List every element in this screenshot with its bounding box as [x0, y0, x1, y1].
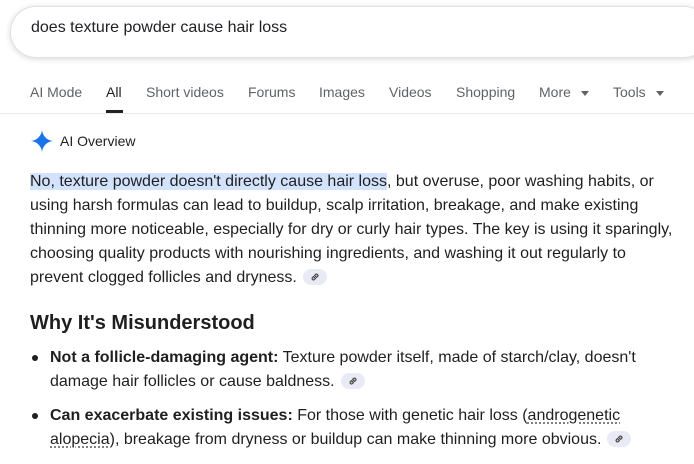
answer-highlight: No, texture powder doesn't directly caus…	[30, 173, 387, 190]
tab-shopping[interactable]: Shopping	[456, 84, 515, 100]
tab-tools-label: Tools	[613, 84, 646, 100]
link-icon	[310, 272, 320, 282]
section-heading: Why It's Misunderstood	[30, 312, 255, 335]
source-link-button[interactable]	[341, 373, 365, 389]
caret-down-icon	[656, 91, 664, 96]
tab-all[interactable]: All	[106, 84, 122, 100]
bullet-term: Not a follicle-damaging agent:	[50, 349, 278, 366]
search-tabs: AI Mode All Short videos Forums Images V…	[0, 80, 694, 112]
ai-overview-title: AI Overview	[60, 133, 135, 149]
tab-more[interactable]: More	[539, 84, 589, 100]
bullet-term: Can exacerbate existing issues:	[50, 407, 293, 424]
list-item: Can exacerbate existing issues: For thos…	[30, 404, 680, 452]
search-input[interactable]	[31, 19, 631, 37]
tabs-divider	[0, 113, 694, 114]
source-link-button[interactable]	[303, 269, 327, 285]
link-icon	[348, 376, 358, 386]
reasons-list: Not a follicle-damaging agent: Texture p…	[30, 346, 680, 462]
ai-overview-answer: No, texture powder doesn't directly caus…	[30, 170, 680, 290]
tab-ai-mode[interactable]: AI Mode	[30, 84, 82, 100]
tab-tools[interactable]: Tools	[613, 84, 664, 100]
source-link-button[interactable]	[607, 431, 631, 447]
gemini-sparkle-icon	[31, 130, 53, 152]
tab-short-videos[interactable]: Short videos	[146, 84, 224, 100]
tab-videos[interactable]: Videos	[389, 84, 432, 100]
bullet-text: ), breakage from dryness or buildup can …	[110, 431, 602, 448]
list-item: Not a follicle-damaging agent: Texture p…	[30, 346, 680, 394]
link-icon	[614, 434, 624, 444]
tab-images[interactable]: Images	[319, 84, 365, 100]
tab-forums[interactable]: Forums	[248, 84, 295, 100]
search-box[interactable]	[10, 6, 694, 58]
caret-down-icon	[581, 91, 589, 96]
bullet-text: For those with genetic hair loss (	[293, 407, 528, 424]
tab-more-label: More	[539, 84, 571, 100]
